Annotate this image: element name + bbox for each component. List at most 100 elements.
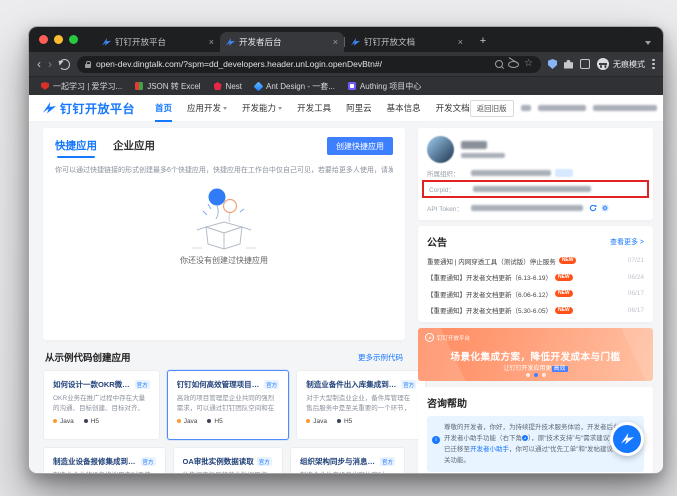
announcement-text: 【重要通知】开发者文档更新（6.06-6.12） [427,289,552,299]
announcement-item[interactable]: 【重要通知】开发者文档更新（5.30-6.05） NEW 06/17 [427,305,644,315]
settings-gear-icon[interactable] [601,204,609,212]
new-badge: NEW [555,274,573,281]
assistant-link[interactable]: 开发者小助手 [470,446,509,453]
header-right: 返回旧版 [470,100,657,117]
tab-group-icon[interactable] [580,59,590,69]
dingtalk-logo-icon [43,102,56,115]
bookmark-favicon-icon [135,82,143,90]
announcement-item[interactable]: 【重要通知】开发者文档更新（6.13-6.19） NEW 06/24 [427,272,644,282]
lock-icon [85,64,91,68]
tab-list-chevron-icon[interactable] [645,41,651,45]
create-quick-app-button[interactable]: 创建快捷应用 [327,137,393,155]
close-window-button[interactable] [39,35,48,44]
samples-section-header: 从示例代码创建应用 更多示例代码 [45,350,403,364]
nav-item-aliyun[interactable]: 阿里云 [346,102,372,114]
redacted-user-info [538,105,586,111]
bookmark-label: Authing 项目中心 [360,81,421,92]
tab-enterprise-apps[interactable]: 企业应用 [113,138,155,153]
tab-quick-apps[interactable]: 快捷应用 [55,138,97,153]
close-tab-icon[interactable]: × [209,38,214,47]
bookmarks-bar: 一起学习 | 爱学习... JSON 转 Excel Nest Ant Desi… [29,76,663,95]
announcement-date: 06/17 [628,307,644,314]
sample-cards-row-2: 制造业设备报修集成到钉钉官方 制造业企业的设备终端用户对于使用中的设备需要进行定… [43,447,405,473]
announcement-date: 07/21 [628,257,644,264]
shield-extension-icon[interactable] [548,59,557,69]
official-tag: 官方 [401,380,416,389]
java-dot-icon [53,419,57,423]
url-text[interactable]: open-dev.dingtalk.com/?spm=dd_developers… [96,59,490,69]
bookmark-favicon-icon [41,82,49,90]
announcement-item[interactable]: 【重要通知】开发者文档更新（6.06-6.12） NEW 06/17 [427,289,644,299]
carousel-dot-active[interactable] [534,373,538,377]
sample-card-spare-parts[interactable]: 制造业备件出入库集成到钉钉官方 对于大型制造业企业，备件库管理在售后服务中是至关… [296,370,426,440]
browser-tab-dingtalk-open-platform[interactable]: 钉钉开放平台 × [96,32,220,52]
forward-icon[interactable]: › [48,58,52,70]
corpid-label: CorpId： [429,184,469,194]
legacy-version-button[interactable]: 返回旧版 [470,100,514,117]
webpage: 钉钉开放平台 首页 应用开发 开发能力 开发工具 阿里云 基本信息 开发文档 返… [29,95,663,473]
sample-card-desc: 收集门店每日的营业数据用作经营指导、账务处理。是餐饮连锁企业极其... [183,471,273,473]
sample-card-org-sync[interactable]: 组织架构同步与消息通知官方 制造企业生产设备出现故障时，一线生产人员需要将故障问… [290,447,405,473]
kebab-menu-icon[interactable] [652,59,655,69]
zoom-page-icon[interactable] [495,60,503,68]
sample-card-equipment-repair[interactable]: 制造业设备报修集成到钉钉官方 制造业企业的设备终端用户对于使用中的设备需要进行定… [43,447,166,473]
new-tab-button[interactable]: + [475,34,491,50]
refresh-icon[interactable] [589,204,597,212]
org-row: 所属组织： [427,167,644,178]
org-label: 所属组织： [427,168,467,178]
org-tag-redacted[interactable] [555,169,573,177]
site-nav: 首页 应用开发 开发能力 开发工具 阿里云 基本信息 开发文档 [155,102,470,114]
sample-card-desc: 高效的项目管理是企业共同的强烈需求，可以通过钉钉团队空间和在线文... [177,394,280,413]
bookmark-item[interactable]: Authing 项目中心 [348,81,421,92]
announcements-card: 公告 查看更多 > 重要通知 | 内网穿透工具（测试版）停止服务 NEW 07/… [418,226,653,322]
bookmark-item[interactable]: Ant Design - 一套... [255,81,335,92]
carousel-dot[interactable] [542,373,546,377]
sample-card-title: OA审批实例数据读取 [183,456,254,467]
extensions-puzzle-icon[interactable] [564,60,573,69]
carousel-dot[interactable] [526,373,530,377]
close-tab-icon[interactable]: × [333,38,338,47]
left-column: 快捷应用 企业应用 创建快捷应用 你可以通过快捷链接的形式创建最多6个快捷应用，… [43,128,405,473]
more-samples-link[interactable]: 更多示例代码 [358,352,403,363]
browser-tab-dingtalk-docs[interactable]: 钉钉开放文档 × [345,32,469,52]
view-more-link[interactable]: 查看更多 > [610,237,644,247]
quick-apps-description: 你可以通过快捷链接的形式创建最多6个快捷应用，快捷应用在工作台中仅自己可见，若要… [55,165,393,175]
sample-card-title: 组织架构同步与消息通知 [300,456,377,467]
sample-card-project-files[interactable]: 钉钉如何高效管理项目文件官方 高效的项目管理是企业共同的强烈需求，可以通过钉钉团… [167,370,290,440]
nav-item-basic-info[interactable]: 基本信息 [387,102,421,114]
tab-title: 钉钉开放文档 [364,36,454,48]
nav-item-home[interactable]: 首页 [155,102,172,114]
reload-icon[interactable] [59,59,70,70]
minimize-window-button[interactable] [54,35,63,44]
dingtalk-assistant-button[interactable] [610,422,644,456]
close-tab-icon[interactable]: × [458,38,463,47]
dingtalk-favicon-icon [351,38,360,47]
sample-card-okr[interactable]: 如何设计一款OKR微应用官方 OKR业务在推广过程中存在大量的沟通、目标创建、目… [43,370,160,440]
back-icon[interactable]: ‹ [37,58,41,70]
promo-banner[interactable]: 钉钉开放平台 场景化集成方案，降低开发成本与门槛 让钉钉开发应用更高效 [418,328,653,381]
address-bar[interactable]: open-dev.dingtalk.com/?spm=dd_developers… [77,56,541,73]
announcement-item[interactable]: 重要通知 | 内网穿透工具（测试版）停止服务 NEW 07/21 [427,256,644,266]
nav-item-dev-docs[interactable]: 开发文档 [436,102,470,114]
sample-card-tags: JavaH5 [177,418,280,425]
avatar[interactable] [427,136,454,163]
official-tag: 官方 [264,380,279,389]
h5-dot-icon [337,419,341,423]
eye-off-icon[interactable] [508,61,519,68]
bookmark-item[interactable]: Nest [214,82,242,91]
nav-item-dev-tools[interactable]: 开发工具 [297,102,331,114]
nav-item-app-dev[interactable]: 应用开发 [187,102,227,114]
java-dot-icon [306,419,310,423]
zoom-window-button[interactable] [69,35,78,44]
user-name-redacted [461,141,505,158]
assistant-wing-icon [621,433,634,446]
bookmark-item[interactable]: JSON 转 Excel [135,81,200,92]
bookmark-star-icon[interactable]: ☆ [524,59,533,69]
main-content: 快捷应用 企业应用 创建快捷应用 你可以通过快捷链接的形式创建最多6个快捷应用，… [29,122,663,473]
browser-tab-developer-backend[interactable]: 开发者后台 × [220,32,344,52]
nav-item-dev-capability[interactable]: 开发能力 [242,102,282,114]
bookmark-item[interactable]: 一起学习 | 爱学习... [41,81,122,92]
bookmark-label: JSON 转 Excel [147,81,200,92]
site-logo[interactable]: 钉钉开放平台 [43,100,135,117]
sample-card-oa-approval[interactable]: OA审批实例数据读取官方 收集门店每日的营业数据用作经营指导、账务处理。是餐饮连… [173,447,283,473]
